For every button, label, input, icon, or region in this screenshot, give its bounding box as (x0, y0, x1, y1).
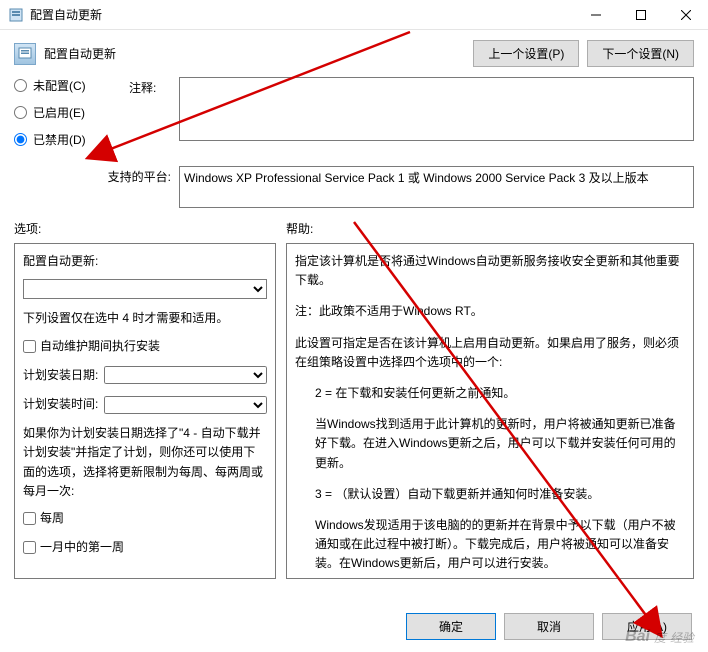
help-p7: Windows发现适用于该电脑的的更新并在背景中予以下载（用户不被通知或在此过程… (295, 516, 685, 574)
comment-label: 注释: (129, 77, 179, 158)
radio-enabled-label: 已启用(E) (33, 104, 85, 121)
chk-first-week-label: 一月中的第一周 (40, 538, 124, 557)
platform-box[interactable]: Windows XP Professional Service Pack 1 或… (179, 166, 694, 208)
config-select[interactable] (23, 279, 267, 299)
maximize-button[interactable] (618, 0, 663, 30)
chk-maintenance[interactable]: 自动维护期间执行安装 (23, 337, 267, 356)
chk-maintenance-label: 自动维护期间执行安装 (40, 337, 160, 356)
close-button[interactable] (663, 0, 708, 30)
help-p3: 此设置可指定是否在该计算机上启用自动更新。如果启用了服务，则必须在组策略设置中选… (295, 334, 685, 372)
chk-first-week[interactable]: 一月中的第一周 (23, 538, 267, 557)
chk-maintenance-input[interactable] (23, 340, 36, 353)
radio-not-configured[interactable]: 未配置(C) (14, 77, 129, 94)
radio-not-configured-label: 未配置(C) (33, 77, 86, 94)
radio-disabled[interactable]: 已禁用(D) (14, 131, 129, 148)
footer: 确定 取消 应用(A) (406, 613, 692, 640)
options-note: 下列设置仅在选中 4 时才需要和适用。 (23, 309, 267, 328)
help-p6: 3 = （默认设置）自动下载更新并通知何时准备安装。 (295, 485, 685, 504)
cancel-button[interactable]: 取消 (504, 613, 594, 640)
help-p5: 当Windows找到适用于此计算机的更新时，用户将被通知更新已准备好下载。在进入… (295, 415, 685, 473)
help-label: 帮助: (286, 220, 694, 237)
chk-first-week-input[interactable] (23, 541, 36, 554)
ok-button[interactable]: 确定 (406, 613, 496, 640)
chk-weekly-input[interactable] (23, 512, 36, 525)
chk-weekly[interactable]: 每周 (23, 509, 267, 528)
policy-icon (14, 43, 36, 65)
radio-enabled[interactable]: 已启用(E) (14, 104, 129, 121)
options-title: 配置自动更新: (23, 252, 267, 271)
prev-setting-button[interactable]: 上一个设置(P) (473, 40, 579, 67)
options-para: 如果你为计划安装日期选择了"4 - 自动下载并计划安装"并指定了计划，则你还可以… (23, 424, 267, 501)
time-label: 计划安装时间: (23, 395, 98, 414)
minimize-button[interactable] (573, 0, 618, 30)
help-p2: 注：此政策不适用于Windows RT。 (295, 302, 685, 321)
options-panel: 配置自动更新: 下列设置仅在选中 4 时才需要和适用。 自动维护期间执行安装 计… (14, 243, 276, 579)
platform-label: 支持的平台: (14, 166, 179, 208)
chk-weekly-label: 每周 (40, 509, 64, 528)
radio-not-configured-input[interactable] (14, 79, 27, 92)
help-p4: 2 = 在下载和安装任何更新之前通知。 (295, 384, 685, 403)
apply-button[interactable]: 应用(A) (602, 613, 692, 640)
app-icon (8, 7, 24, 23)
options-label: 选项: (14, 220, 286, 237)
day-select[interactable] (104, 366, 267, 384)
next-setting-button[interactable]: 下一个设置(N) (587, 40, 694, 67)
help-panel: 指定该计算机是否将通过Windows自动更新服务接收安全更新和其他重要下载。 注… (286, 243, 694, 579)
window-title: 配置自动更新 (30, 6, 573, 23)
time-select[interactable] (104, 396, 267, 414)
radio-enabled-input[interactable] (14, 106, 27, 119)
radio-disabled-label: 已禁用(D) (33, 131, 86, 148)
radio-disabled-input[interactable] (14, 133, 27, 146)
help-p1: 指定该计算机是否将通过Windows自动更新服务接收安全更新和其他重要下载。 (295, 252, 685, 290)
comment-textarea[interactable] (179, 77, 694, 141)
page-title: 配置自动更新 (44, 45, 116, 62)
titlebar: 配置自动更新 (0, 0, 708, 30)
day-label: 计划安装日期: (23, 366, 98, 385)
